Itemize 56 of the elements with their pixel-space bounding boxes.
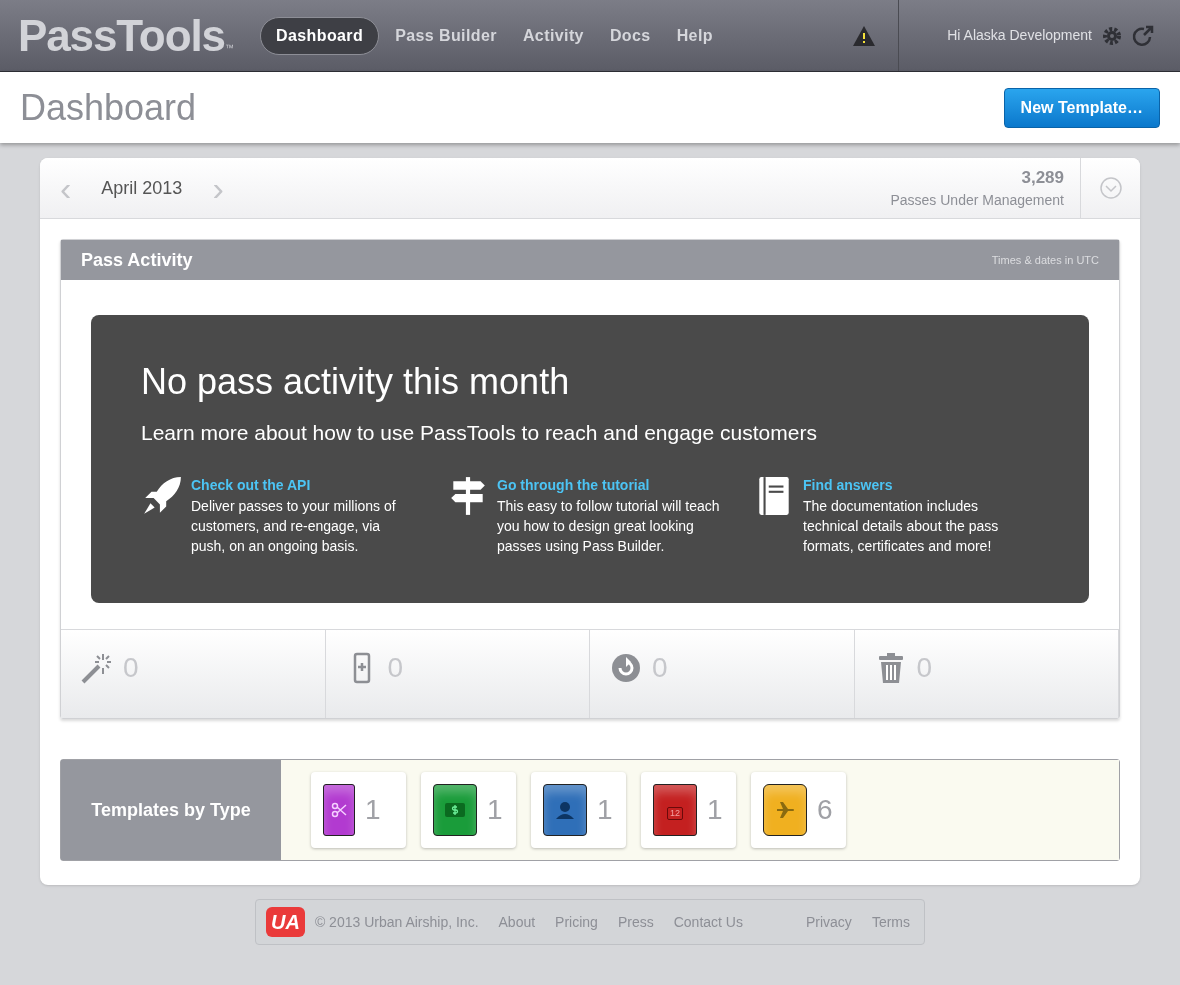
scissors-icon (331, 802, 347, 818)
logo[interactable]: PassTools (18, 13, 225, 58)
templates-title: Templates by Type (91, 798, 251, 822)
airplane-icon (775, 800, 795, 820)
panel-title: Pass Activity (81, 248, 193, 272)
refresh-icon (610, 652, 642, 684)
empty-heading: No pass activity this month (141, 360, 571, 404)
footer-link[interactable]: Contact Us (673, 911, 743, 933)
page-title: Dashboard (20, 85, 197, 130)
empty-subheading: Learn more about how to use PassTools to reach and engage customers (141, 420, 818, 446)
footer-link[interactable]: Privacy (805, 911, 852, 933)
template-type-card[interactable]: 1 (531, 772, 626, 848)
help-link[interactable]: Check out the API (191, 474, 416, 496)
passes-count: 3,289 (1021, 166, 1064, 189)
template-type-card[interactable]: 1 (311, 772, 406, 848)
nav-tab[interactable]: Docs (599, 17, 661, 54)
help-description: Deliver passes to your millions of customers, and re-engage, via push, on an ongoing basis. (191, 496, 397, 556)
template-type-card[interactable]: 1 (421, 772, 516, 848)
template-count: 1 (487, 793, 503, 827)
passes-count-label: Passes Under Management (890, 191, 1064, 211)
company-logo[interactable]: UA (266, 907, 305, 937)
previous-month-button[interactable]: ‹ (60, 171, 72, 205)
help-link[interactable]: Find answers (803, 474, 1028, 496)
help-description: The documentation includes technical details about the pass formats, certificates and more! (803, 496, 1000, 556)
nav-tab[interactable]: Pass Builder (385, 17, 507, 54)
next-month-button[interactable]: › (212, 171, 224, 205)
template-count: 6 (817, 793, 833, 827)
warning-icon[interactable] (852, 24, 877, 47)
person-icon (555, 801, 575, 819)
footer-link[interactable]: Press (617, 911, 654, 933)
calendar-icon: 12 (667, 806, 683, 820)
money-icon (445, 803, 465, 817)
month-label: April 2013 (101, 176, 183, 200)
help-link[interactable]: Go through the tutorial (497, 474, 722, 496)
settings-icon[interactable] (1102, 25, 1122, 46)
template-type-card[interactable]: 12 1 (641, 772, 736, 848)
nav-tab[interactable]: Help (666, 17, 723, 54)
rocket-icon (141, 474, 183, 517)
nav-tab[interactable]: Dashboard (260, 16, 380, 55)
dropdown-icon[interactable] (1099, 177, 1122, 199)
trademark: ™ (224, 42, 234, 55)
footer-link[interactable]: About (498, 911, 536, 933)
template-count: 1 (707, 793, 723, 827)
copyright: © 2013 Urban Airship, Inc. (314, 912, 479, 932)
logout-icon[interactable] (1132, 24, 1154, 47)
footer-link[interactable]: Terms (871, 911, 910, 933)
nav-tab[interactable]: Activity (512, 17, 594, 54)
template-type-card[interactable]: 6 (751, 772, 846, 848)
template-count: 1 (365, 793, 381, 827)
magic-wand-icon (81, 652, 113, 684)
template-count: 1 (597, 793, 613, 827)
help-description: This easy to follow tutorial will teach you how to design great looking passes using Pass Builder. (497, 496, 721, 556)
footer-link[interactable]: Pricing (555, 911, 598, 933)
greeting: Hi Alaska Development (947, 26, 1092, 45)
timezone-note: Times & dates in UTC (991, 252, 1099, 268)
new-template-button[interactable]: New Template… (1003, 87, 1160, 128)
